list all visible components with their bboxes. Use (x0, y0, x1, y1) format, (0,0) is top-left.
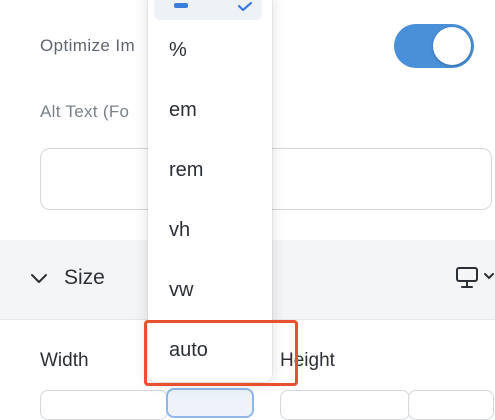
dropdown-option-em[interactable]: em (148, 82, 272, 138)
size-section-title: Size (64, 266, 105, 289)
width-label: Width (40, 350, 89, 371)
width-unit-select[interactable] (166, 388, 254, 418)
dropdown-option-percent[interactable]: % (148, 22, 272, 78)
chevron-down-icon[interactable] (30, 270, 48, 288)
height-unit-select[interactable] (408, 390, 494, 420)
check-icon (238, 2, 252, 12)
dropdown-option-vh[interactable]: vh (148, 202, 272, 258)
monitor-icon[interactable] (455, 266, 495, 290)
alt-text-label: Alt Text (Fo (40, 102, 130, 121)
dropdown-option-rem[interactable]: rem (148, 142, 272, 198)
toggle-knob (433, 27, 471, 65)
dropdown-option-vw[interactable]: vw (148, 262, 272, 318)
optimize-image-label: Optimize Im (40, 36, 136, 55)
selected-option-text-peek (174, 3, 188, 8)
width-input[interactable] (40, 390, 168, 420)
highlight-annotation-box (144, 320, 298, 386)
dropdown-selected-option[interactable] (154, 0, 262, 20)
height-input[interactable] (280, 390, 410, 420)
optimize-image-toggle[interactable] (394, 24, 474, 68)
